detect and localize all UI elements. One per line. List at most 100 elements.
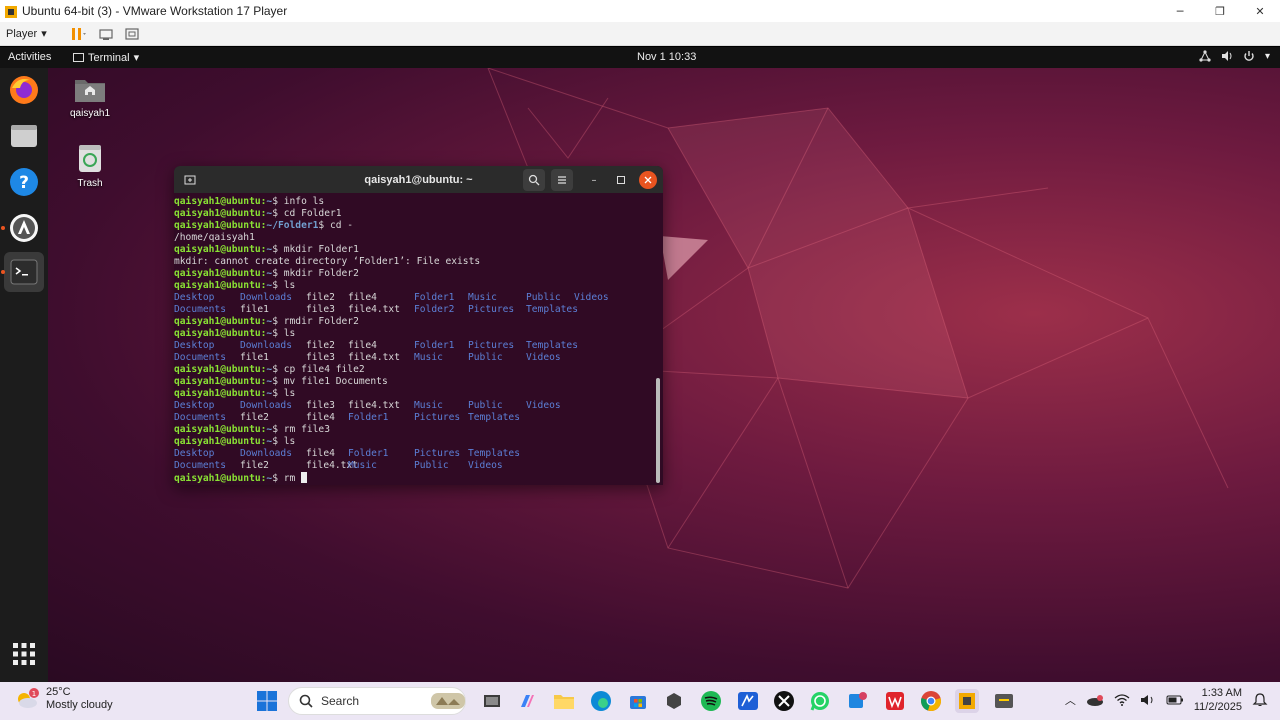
svg-text:?: ? xyxy=(19,173,29,193)
close-button[interactable]: ✕ xyxy=(1240,0,1280,22)
prompt-user: qaisyah1@ubuntu: xyxy=(174,424,267,435)
copilot-button[interactable] xyxy=(515,689,539,713)
terminal-title: qaisyah1@ubuntu: ~ xyxy=(364,173,473,186)
terminal-launcher[interactable] xyxy=(4,252,44,292)
system-tray[interactable]: ▾ xyxy=(1199,50,1270,62)
player-menu[interactable]: Player ▾ xyxy=(6,27,58,41)
terminal-close-button[interactable] xyxy=(639,171,657,189)
taskbar-clock[interactable]: 1:33 AM 11/2/2025 xyxy=(1194,686,1242,714)
command-text: cp file4 file2 xyxy=(277,364,365,375)
search-icon xyxy=(299,694,313,708)
terminal-command-line: qaisyah1@ubuntu:~$ mkdir Folder2 xyxy=(174,268,663,280)
ls-file-entry: file4 xyxy=(306,448,335,459)
file-explorer-button[interactable] xyxy=(552,689,576,713)
copilot-icon xyxy=(521,695,534,707)
ls-directory-entry: Pictures xyxy=(468,304,515,315)
ls-directory-entry: Desktop xyxy=(174,340,215,351)
app-icon-3 xyxy=(849,692,867,708)
edge-button[interactable] xyxy=(589,689,613,713)
ls-directory-entry: Documents xyxy=(174,304,226,315)
ls-directory-entry: Music xyxy=(414,400,443,411)
app-button-3[interactable] xyxy=(846,689,870,713)
command-text: ls xyxy=(277,328,296,339)
ls-directory-entry: Videos xyxy=(468,460,503,471)
xbox-button[interactable] xyxy=(772,689,796,713)
desktop-icon-home[interactable]: qaisyah1 xyxy=(48,74,132,119)
ls-file-entry: file4.txt xyxy=(306,460,358,471)
chrome-icon xyxy=(921,691,941,711)
wps-button[interactable] xyxy=(883,689,907,713)
network-icon xyxy=(1199,50,1211,62)
files-launcher[interactable] xyxy=(4,116,44,156)
chevron-up-icon[interactable]: ︿ xyxy=(1065,692,1076,708)
search-button[interactable] xyxy=(523,169,545,191)
terminal-command-line: qaisyah1@ubuntu:~$ ls xyxy=(174,328,663,340)
command-text: rm file3 xyxy=(277,424,330,435)
xbox-icon xyxy=(774,691,794,711)
text-cursor xyxy=(301,472,308,483)
activities-button[interactable]: Activities xyxy=(8,51,51,63)
app-menu[interactable]: Terminal ▾ xyxy=(73,51,139,64)
ls-file-entry: file3 xyxy=(306,400,335,411)
software-launcher[interactable] xyxy=(4,208,44,248)
ls-directory-entry: Folder2 xyxy=(414,304,455,315)
menu-button[interactable] xyxy=(551,169,573,191)
terminal-output[interactable]: qaisyah1@ubuntu:~$ info ls qaisyah1@ubunt… xyxy=(174,193,663,484)
terminal-icon xyxy=(10,259,38,285)
ls-file-entry: file4.txt xyxy=(348,304,400,315)
ls-directory-entry: Folder1 xyxy=(348,448,389,459)
command-text: cd Folder1 xyxy=(277,208,342,219)
firefox-launcher[interactable] xyxy=(4,70,44,110)
restore-button[interactable]: ❐ xyxy=(1200,0,1240,22)
windows-taskbar: 1 25°C Mostly cloudy Search ︿ 1:33 AM 11… xyxy=(0,682,1280,720)
terminal-command-line: qaisyah1@ubuntu:~$ mv file1 Documents xyxy=(174,376,663,388)
app-icon xyxy=(667,693,681,709)
desktop-icon-trash[interactable]: Trash xyxy=(48,142,132,189)
send-ctrl-alt-del-button[interactable] xyxy=(98,26,114,42)
prompt-user: qaisyah1@ubuntu: xyxy=(174,388,267,399)
ls-directory-entry: Pictures xyxy=(468,340,515,351)
whatsapp-button[interactable] xyxy=(808,689,832,713)
terminal-command-line: qaisyah1@ubuntu:~$ ls xyxy=(174,280,663,292)
store-button[interactable] xyxy=(626,689,650,713)
app-button-2[interactable] xyxy=(736,689,760,713)
weather-widget[interactable]: 1 25°C Mostly cloudy xyxy=(14,686,113,712)
chrome-button[interactable] xyxy=(919,689,943,713)
start-button[interactable] xyxy=(256,690,278,716)
ls-directory-entry: Public xyxy=(526,292,561,303)
terminal-scrollbar[interactable] xyxy=(656,378,660,483)
clock[interactable]: Nov 1 10:33 xyxy=(637,51,696,63)
show-apps-button[interactable] xyxy=(4,634,44,674)
prompt-user: qaisyah1@ubuntu: xyxy=(174,244,267,255)
terminal-header[interactable]: qaisyah1@ubuntu: ~ – xyxy=(174,166,663,193)
devices-icon xyxy=(99,28,113,40)
terminal-maximize-button[interactable] xyxy=(612,171,630,189)
terminal-minimize-button[interactable]: – xyxy=(585,171,603,189)
app-button[interactable] xyxy=(662,689,686,713)
ls-directory-entry: Templates xyxy=(526,304,578,315)
minimize-button[interactable]: ─ xyxy=(1160,0,1200,22)
ls-directory-entry: Downloads xyxy=(240,340,292,351)
running-indicator xyxy=(1,270,5,274)
pause-button[interactable] xyxy=(68,26,88,42)
terminal-window[interactable]: qaisyah1@ubuntu: ~ – qaisyah1@ubuntu:~$ … xyxy=(174,166,663,485)
widgets-button[interactable] xyxy=(430,689,466,713)
terminal-command-line: qaisyah1@ubuntu:~/Folder1$ cd - xyxy=(174,220,663,232)
vmware-taskbar-button[interactable] xyxy=(955,689,979,713)
ls-directory-entry: Music xyxy=(468,292,497,303)
fullscreen-button[interactable] xyxy=(124,26,140,42)
spotify-button[interactable] xyxy=(699,689,723,713)
system-tray[interactable]: ︿ 1:33 AM 11/2/2025 xyxy=(1065,686,1268,714)
prompt-user: qaisyah1@ubuntu: xyxy=(174,220,267,231)
ls-directory-entry: Templates xyxy=(468,412,520,423)
wifi-icon xyxy=(1114,694,1130,706)
app-button-4[interactable] xyxy=(992,689,1016,713)
new-tab-button[interactable] xyxy=(179,169,201,191)
vmware-icon xyxy=(959,693,975,709)
help-icon: ? xyxy=(10,168,38,196)
task-view-button[interactable] xyxy=(480,689,504,713)
home-folder-icon xyxy=(75,80,105,102)
help-launcher[interactable]: ? xyxy=(4,162,44,202)
files-icon xyxy=(11,125,37,147)
vmware-titlebar: Ubuntu 64-bit (3) - VMware Workstation 1… xyxy=(0,0,1280,22)
